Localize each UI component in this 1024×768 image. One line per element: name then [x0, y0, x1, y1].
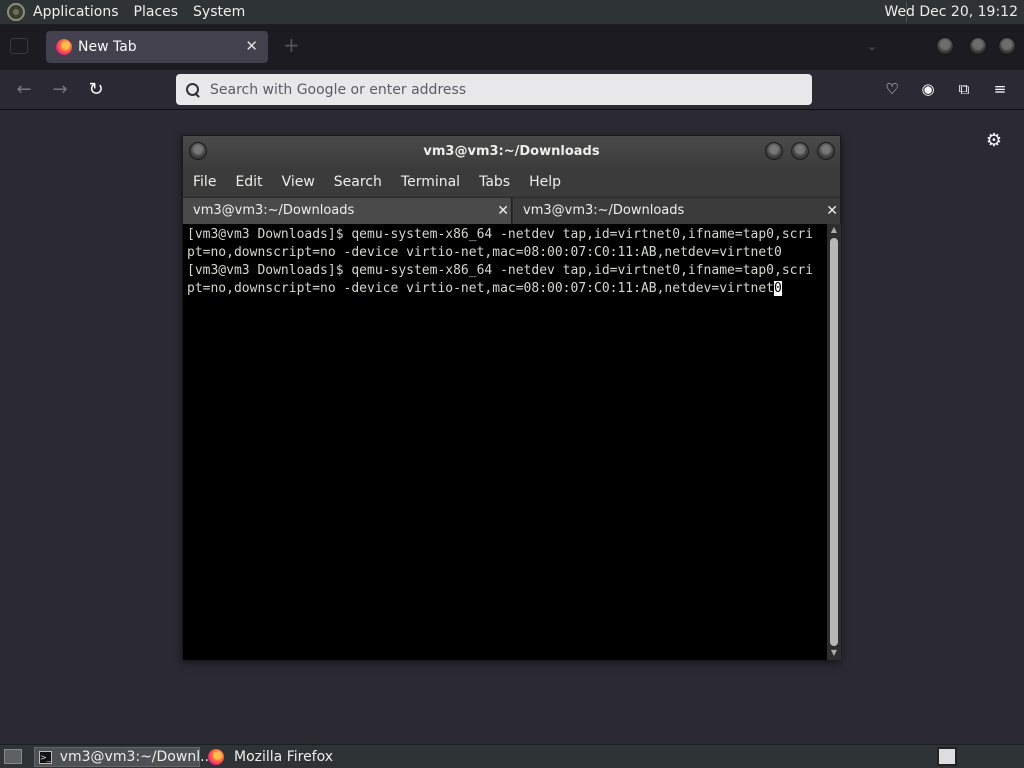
menu-file[interactable]: File [193, 174, 216, 190]
clock[interactable]: Wed Dec 20, 19:12 [884, 4, 1018, 20]
system-menu[interactable]: System [193, 4, 245, 20]
maximize-window-button[interactable] [969, 37, 987, 55]
firefox-icon [56, 39, 72, 55]
terminal-tab-label: vm3@vm3:~/Downloads [193, 203, 355, 218]
new-tab-icon[interactable]: + [283, 33, 300, 57]
menu-view[interactable]: View [282, 174, 315, 190]
firefox-tab-bar: New Tab ✕ + ⌄ [0, 25, 1024, 70]
terminal-window: vm3@vm3:~/Downloads File Edit View Searc… [182, 135, 841, 660]
top-panel: Applications Places System Wed Dec 20, 1… [0, 0, 1024, 25]
taskbar-item-firefox[interactable]: Mozilla Firefox [204, 747, 364, 767]
terminal-tab-2[interactable]: vm3@vm3:~/Downloads ✕ [513, 198, 840, 224]
address-bar[interactable]: Search with Google or enter address [176, 74, 812, 105]
scroll-up-arrow-icon[interactable]: ▲ [829, 225, 839, 234]
applications-menu[interactable]: Applications [33, 4, 119, 20]
reload-icon[interactable]: ↻ [84, 78, 108, 102]
terminal-line: [vm3@vm3 Downloads]$ qemu-system-x86_64 … [187, 227, 814, 242]
list-tabs-chevron-icon[interactable]: ⌄ [867, 39, 877, 53]
menu-search[interactable]: Search [334, 174, 382, 190]
terminal-line-current: pt=no,downscript=no -device virtio-net,m… [187, 280, 823, 298]
menu-tabs[interactable]: Tabs [479, 174, 510, 190]
taskbar-item-label: Mozilla Firefox [234, 749, 334, 765]
address-bar-placeholder: Search with Google or enter address [210, 81, 467, 98]
show-desktop-icon[interactable] [4, 749, 22, 764]
window-menu-button[interactable] [189, 142, 207, 160]
browser-tab-title: New Tab [78, 39, 137, 55]
menu-help[interactable]: Help [529, 174, 561, 190]
terminal-titlebar[interactable]: vm3@vm3:~/Downloads [183, 136, 840, 168]
close-window-button[interactable] [817, 142, 835, 160]
terminal-menubar: File Edit View Search Terminal Tabs Help [183, 168, 840, 196]
terminal-title: vm3@vm3:~/Downloads [423, 144, 600, 159]
terminal-output[interactable]: [vm3@vm3 Downloads]$ qemu-system-x86_64 … [183, 224, 827, 660]
close-tab-icon[interactable]: ✕ [826, 198, 838, 224]
terminal-tab-bar: vm3@vm3:~/Downloads ✕ vm3@vm3:~/Download… [183, 197, 840, 224]
back-arrow-icon[interactable]: ← [12, 78, 36, 102]
terminal-tab-1[interactable]: vm3@vm3:~/Downloads ✕ [183, 198, 512, 224]
extensions-icon[interactable]: ⧉ [953, 78, 975, 100]
taskbar-item-terminal[interactable]: >_ vm3@vm3:~/Downl... [34, 747, 213, 767]
maximize-window-button[interactable] [791, 142, 809, 160]
browser-tab[interactable]: New Tab ✕ [46, 31, 268, 63]
terminal-scrollbar[interactable]: ▲ ▼ [827, 224, 841, 660]
close-tab-icon[interactable]: ✕ [497, 198, 509, 224]
distro-logo-icon[interactable] [7, 3, 25, 21]
terminal-tab-label: vm3@vm3:~/Downloads [523, 203, 685, 218]
search-icon [186, 82, 200, 97]
workspace-switcher[interactable] [937, 747, 957, 766]
close-window-button[interactable] [998, 37, 1016, 55]
account-icon[interactable]: ◉ [917, 78, 939, 100]
terminal-line: pt=no,downscript=no -device virtio-net,m… [187, 245, 782, 260]
menu-edit[interactable]: Edit [235, 174, 262, 190]
firefox-nav-bar: ← → ↻ Search with Google or enter addres… [0, 70, 1024, 110]
menu-hamburger-icon[interactable]: ≡ [989, 78, 1011, 100]
minimize-window-button[interactable] [765, 142, 783, 160]
terminal-icon: >_ [39, 750, 52, 764]
scrollbar-thumb[interactable] [830, 238, 838, 646]
menu-terminal[interactable]: Terminal [401, 174, 460, 190]
gear-icon[interactable]: ⚙ [986, 130, 1002, 151]
firefox-view-icon[interactable] [10, 38, 28, 54]
firefox-icon [208, 749, 224, 765]
taskbar-item-label: vm3@vm3:~/Downl... [59, 749, 214, 765]
minimize-window-button[interactable] [936, 37, 954, 55]
close-tab-icon[interactable]: ✕ [245, 37, 258, 55]
forward-arrow-icon[interactable]: → [48, 78, 72, 102]
pocket-icon[interactable]: ♡ [881, 78, 903, 100]
terminal-line-text: pt=no,downscript=no -device virtio-net,m… [187, 281, 774, 296]
bottom-panel: >_ vm3@vm3:~/Downl... Mozilla Firefox [0, 744, 1024, 768]
terminal-cursor: 0 [774, 281, 782, 296]
places-menu[interactable]: Places [134, 4, 179, 20]
scroll-down-arrow-icon[interactable]: ▼ [829, 648, 839, 657]
terminal-line: [vm3@vm3 Downloads]$ qemu-system-x86_64 … [187, 263, 814, 278]
